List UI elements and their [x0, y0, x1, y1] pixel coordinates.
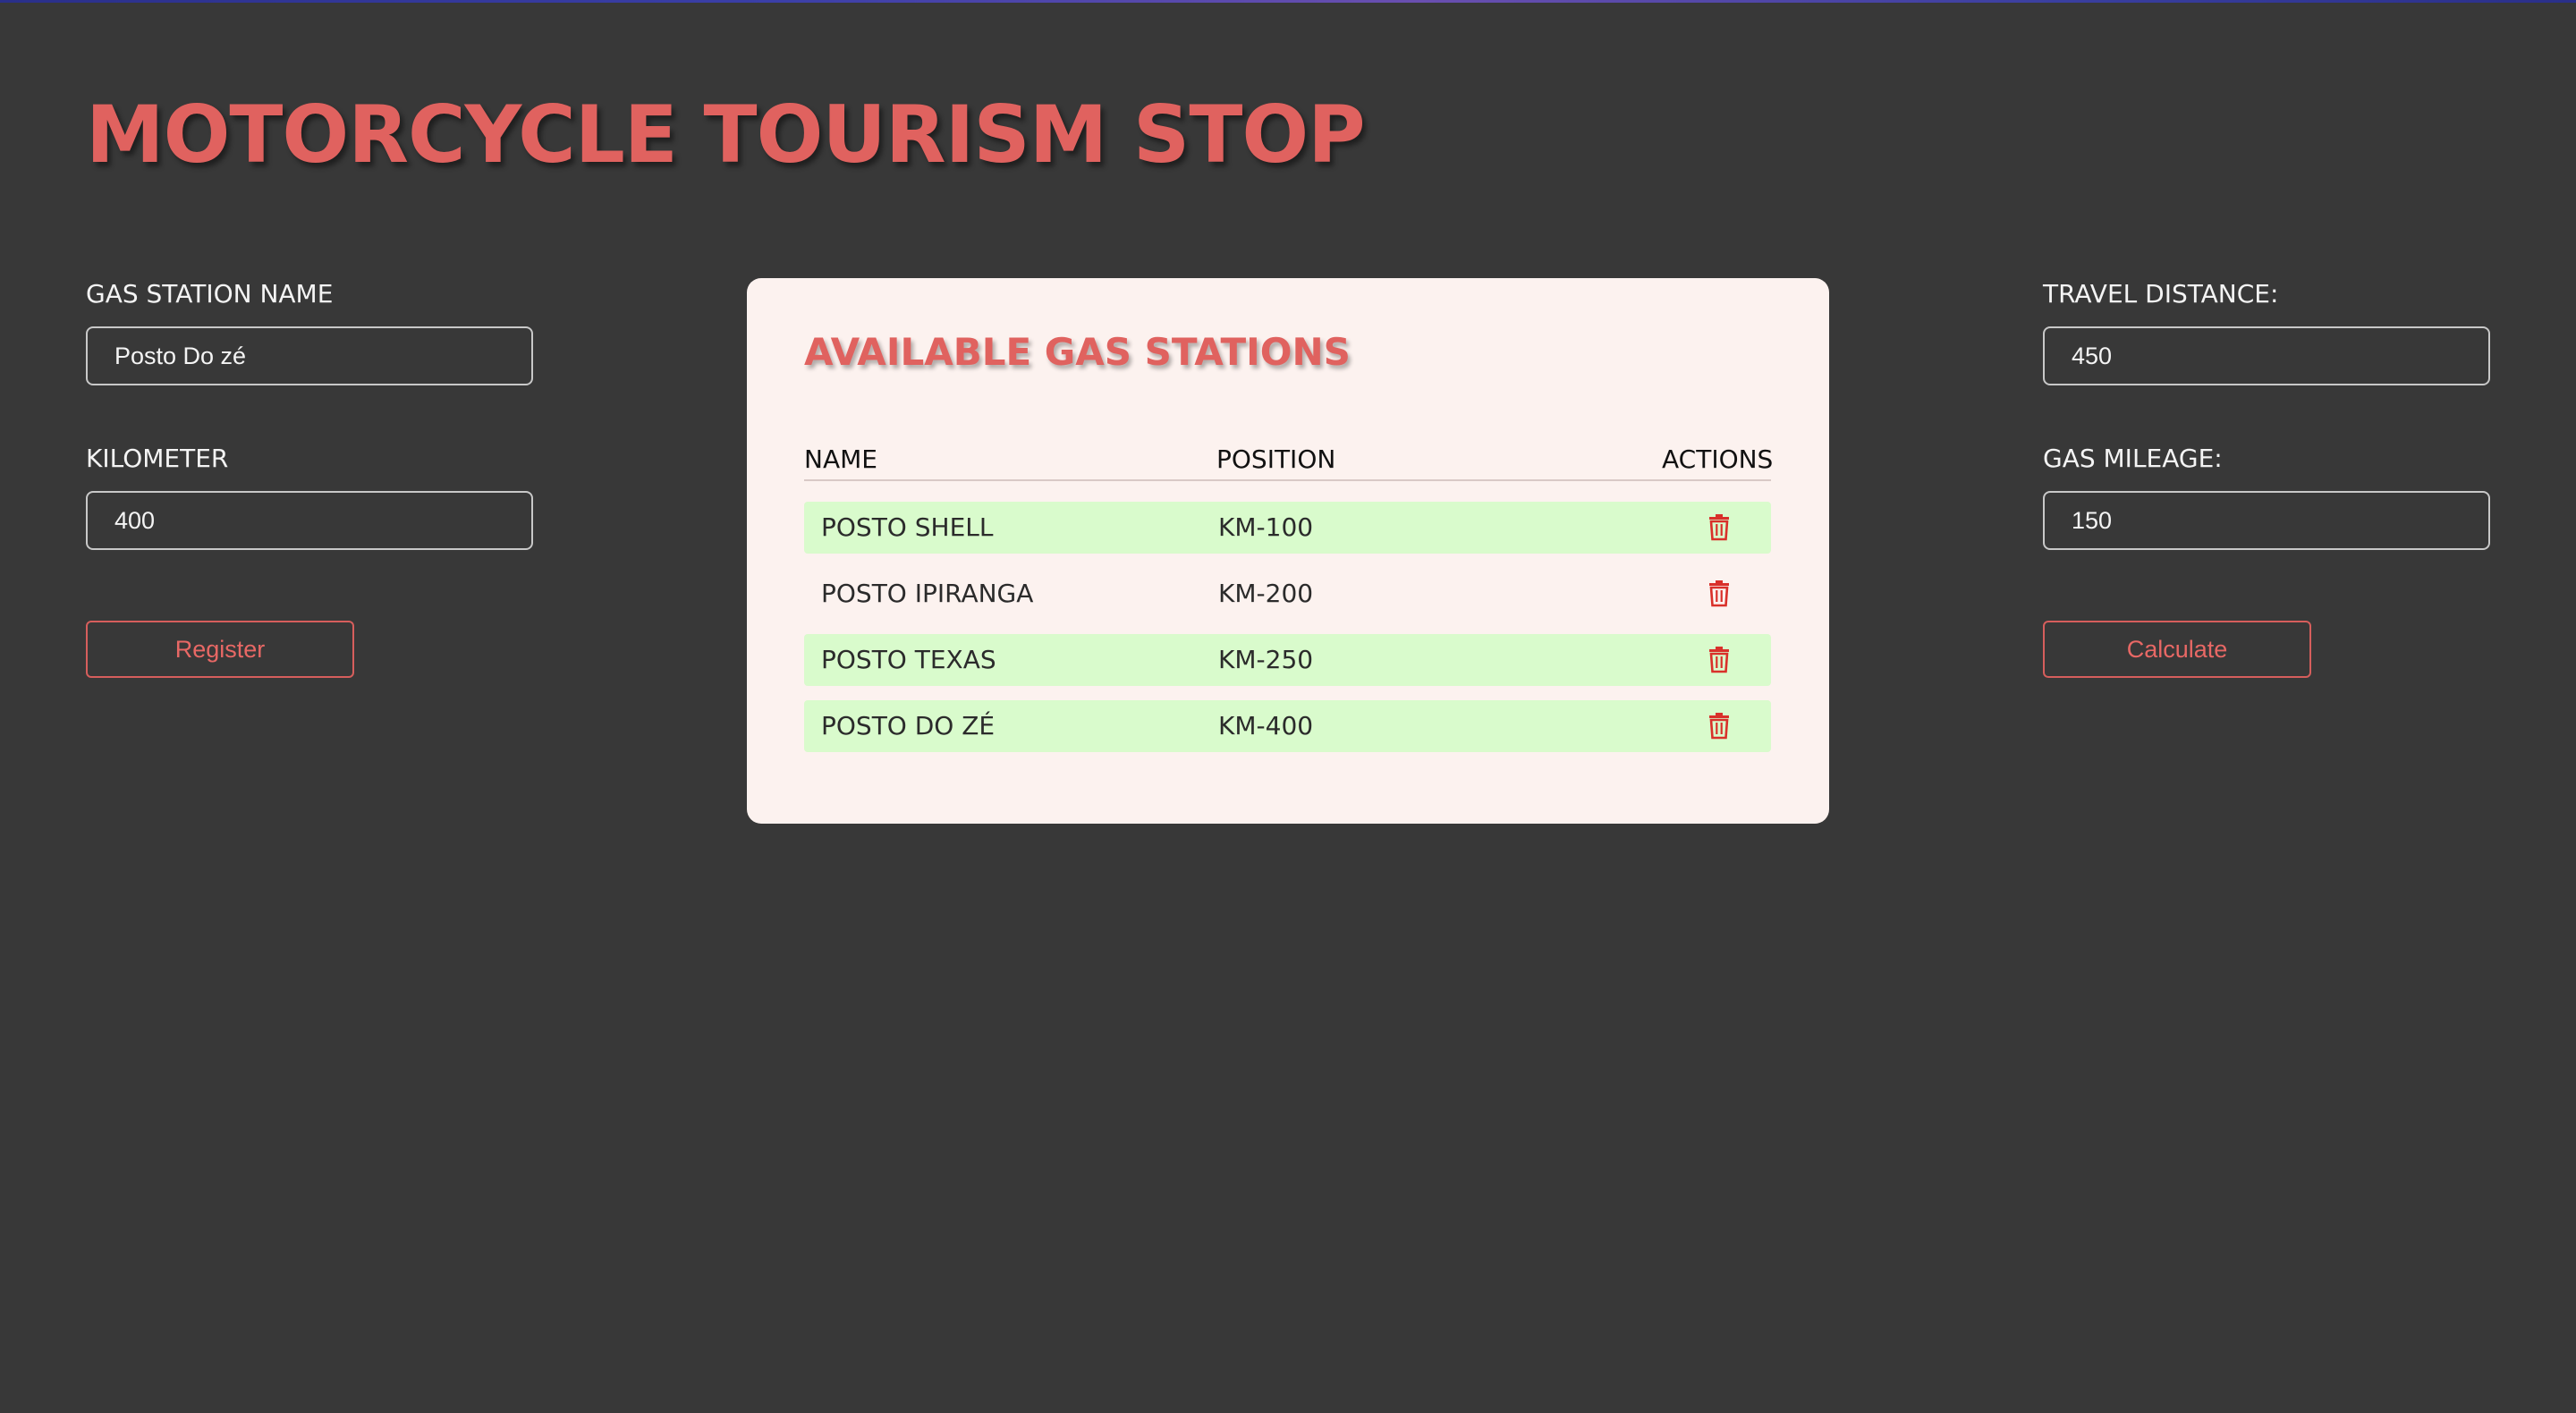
station-name-cell: POSTO IPIRANGA	[821, 579, 1034, 608]
station-position-cell: KM-100	[1218, 512, 1314, 542]
page-title: MOTORCYCLE TOURISM STOP	[86, 89, 1366, 181]
kilometer-label: KILOMETER	[86, 444, 229, 473]
register-button[interactable]: Register	[86, 621, 354, 678]
station-name-cell: POSTO DO ZÉ	[821, 711, 996, 740]
gas-mileage-label: GAS MILEAGE:	[2043, 444, 2223, 473]
travel-distance-label: TRAVEL DISTANCE:	[2043, 279, 2279, 309]
station-name-cell: POSTO TEXAS	[821, 645, 996, 674]
table-row: POSTO TEXAS KM-250	[804, 634, 1771, 686]
calculate-button[interactable]: Calculate	[2043, 621, 2311, 678]
column-header-name: NAME	[804, 444, 877, 474]
header-divider	[804, 479, 1771, 481]
trash-icon[interactable]	[1707, 711, 1731, 740]
top-accent-strip	[0, 0, 2576, 3]
column-header-position: POSITION	[1216, 444, 1336, 474]
station-position-cell: KM-400	[1218, 711, 1314, 740]
table-row: POSTO DO ZÉ KM-400	[804, 700, 1771, 752]
trash-icon[interactable]	[1707, 512, 1731, 541]
station-name-cell: POSTO SHELL	[821, 512, 994, 542]
station-name-input[interactable]	[86, 326, 533, 385]
trash-icon[interactable]	[1707, 645, 1731, 673]
card-title: AVAILABLE GAS STATIONS	[804, 330, 1351, 374]
gas-mileage-input[interactable]	[2043, 491, 2490, 550]
kilometer-input[interactable]	[86, 491, 533, 550]
station-name-label: GAS STATION NAME	[86, 279, 334, 309]
table-row: POSTO SHELL KM-100	[804, 502, 1771, 554]
gas-stations-card: AVAILABLE GAS STATIONS NAME POSITION ACT…	[747, 278, 1829, 824]
travel-distance-input[interactable]	[2043, 326, 2490, 385]
station-position-cell: KM-250	[1218, 645, 1314, 674]
table-row: POSTO IPIRANGA KM-200	[804, 568, 1771, 620]
trash-icon[interactable]	[1707, 579, 1731, 607]
station-position-cell: KM-200	[1218, 579, 1314, 608]
column-header-actions: ACTIONS	[1662, 444, 1774, 474]
